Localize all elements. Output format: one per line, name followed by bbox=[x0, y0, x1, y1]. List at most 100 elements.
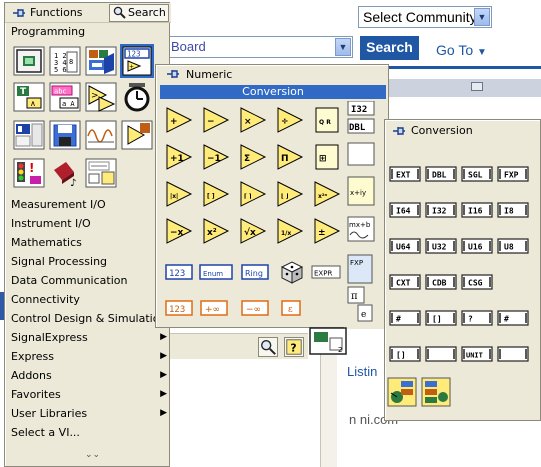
file-io-icon[interactable] bbox=[48, 118, 82, 152]
waveform-thumbnail-icon[interactable]: 2 bbox=[308, 326, 348, 356]
page-scrollbar[interactable] bbox=[320, 345, 337, 467]
machine-epsilon-icon[interactable]: ε bbox=[276, 293, 306, 323]
app-control-icon[interactable] bbox=[120, 118, 154, 152]
square-icon[interactable]: x² bbox=[201, 216, 231, 246]
convert-to-u64-icon[interactable]: U64 bbox=[389, 238, 421, 254]
absolute-value-icon[interactable]: |x| bbox=[164, 179, 194, 209]
multiply-array-elements-icon[interactable]: Π bbox=[275, 142, 305, 172]
add-icon[interactable]: + bbox=[164, 105, 194, 135]
convert-to-sgl-icon[interactable]: SGL bbox=[461, 166, 493, 182]
convert-to-ext-icon[interactable]: EXT bbox=[389, 166, 421, 182]
waveform-icon[interactable] bbox=[84, 118, 118, 152]
select-community-dropdown[interactable]: Select Community ▼ bbox=[358, 6, 492, 28]
menu-item-select-vi[interactable]: Select a VI... bbox=[5, 423, 171, 442]
goto-link[interactable]: Go To ▼ bbox=[436, 42, 487, 58]
sign-icon[interactable]: ± bbox=[312, 216, 342, 246]
convert-to-misc-icon[interactable]: ? bbox=[461, 310, 493, 326]
compound-arithmetic-icon[interactable]: ⊞ bbox=[312, 142, 342, 172]
convert-to-i16-icon[interactable]: I16 bbox=[461, 202, 493, 218]
menu-item-user-libraries[interactable]: User Libraries ▶ bbox=[5, 404, 171, 423]
divide-icon[interactable]: ÷ bbox=[275, 105, 305, 135]
ring-constant-icon[interactable]: Ring bbox=[240, 257, 270, 287]
array-icon[interactable]: 1 23 45 68 bbox=[48, 44, 82, 78]
submenu-arrow-icon: ▶ bbox=[160, 389, 167, 399]
numeric-constant-orange-icon[interactable]: 123 bbox=[164, 293, 194, 323]
bool-array-to-number-icon[interactable] bbox=[387, 377, 417, 407]
comparison-icon[interactable]: > bbox=[84, 80, 118, 114]
synchronization-icon[interactable]: ! bbox=[12, 156, 46, 190]
add-array-elements-icon[interactable]: Σ bbox=[238, 142, 268, 172]
enum-constant-icon[interactable]: Enum bbox=[199, 257, 233, 287]
boolean-icon[interactable]: T ∧ bbox=[12, 80, 46, 114]
negative-infinity-icon[interactable]: −∞ bbox=[240, 293, 270, 323]
numeric-constant-icon[interactable]: 123 bbox=[164, 257, 194, 287]
thumbtack-icon[interactable] bbox=[392, 125, 406, 137]
menu-item-addons[interactable]: Addons ▶ bbox=[5, 366, 171, 385]
timing-icon[interactable] bbox=[120, 80, 154, 114]
dialog-icon[interactable] bbox=[12, 118, 46, 152]
subtract-icon[interactable]: − bbox=[201, 105, 231, 135]
number-to-bool-array-icon[interactable] bbox=[421, 377, 451, 407]
mail-icon[interactable] bbox=[471, 82, 483, 91]
thumbtack-icon[interactable] bbox=[166, 68, 180, 80]
convert-to-fxp-icon[interactable]: FXP bbox=[497, 166, 529, 182]
positive-infinity-icon[interactable]: +∞ bbox=[199, 293, 229, 323]
convert-to-i8-icon[interactable]: I8 bbox=[497, 202, 529, 218]
square-root-icon[interactable]: √x bbox=[238, 216, 268, 246]
convert-to-misc-icon[interactable] bbox=[425, 346, 457, 362]
help-icon[interactable]: ? bbox=[284, 337, 304, 357]
listing-link[interactable]: Listin bbox=[347, 364, 377, 379]
menu-item-data-communication[interactable]: Data Communication bbox=[5, 271, 171, 290]
round-to-nearest-icon[interactable]: [ ] bbox=[201, 179, 231, 209]
round-down-icon[interactable]: ⌊ ⌋ bbox=[275, 179, 305, 209]
decrement-icon[interactable]: −1 bbox=[201, 142, 231, 172]
convert-to-misc-icon[interactable]: # bbox=[497, 310, 529, 326]
structures-icon[interactable] bbox=[12, 44, 46, 78]
square-root-label: √x bbox=[244, 227, 256, 238]
multiply-icon[interactable]: × bbox=[238, 105, 268, 135]
convert-to-csg-icon[interactable]: CSG bbox=[461, 274, 493, 290]
menu-item-mathematics[interactable]: Mathematics bbox=[5, 233, 171, 252]
menu-item-connectivity[interactable]: Connectivity bbox=[5, 290, 171, 309]
menu-item-instrument-io[interactable]: Instrument I/O bbox=[5, 214, 171, 233]
negate-icon[interactable]: −x bbox=[164, 216, 194, 246]
convert-to-cdb-icon[interactable]: CDB bbox=[425, 274, 457, 290]
palette-search-button[interactable]: Search bbox=[109, 4, 169, 22]
conversion-subpalette-header[interactable]: Conversion bbox=[160, 85, 386, 99]
convert-to-u16-icon[interactable]: U16 bbox=[461, 238, 493, 254]
search-button[interactable]: Search bbox=[360, 36, 419, 60]
convert-to-unit-icon[interactable]: UNIT bbox=[461, 346, 493, 362]
convert-to-i32-icon[interactable]: I32 bbox=[425, 202, 457, 218]
menu-item-express[interactable]: Express ▶ bbox=[5, 347, 171, 366]
expression-node-icon[interactable]: EXPR bbox=[311, 257, 341, 287]
string-icon[interactable]: abc a A bbox=[48, 80, 82, 114]
increment-icon[interactable]: +1 bbox=[164, 142, 194, 172]
random-number-icon[interactable] bbox=[276, 257, 306, 287]
convert-to-misc-icon[interactable]: [] bbox=[389, 346, 421, 362]
convert-to-dbl-icon[interactable]: DBL bbox=[425, 166, 457, 182]
convert-to-u32-icon[interactable]: U32 bbox=[425, 238, 457, 254]
convert-to-u8-icon[interactable]: U8 bbox=[497, 238, 529, 254]
scale-by-power-of-2-icon[interactable]: x²ⁿ bbox=[312, 179, 342, 209]
round-up-icon[interactable]: ⌈ ⌉ bbox=[238, 179, 268, 209]
reciprocal-icon[interactable]: 1/x bbox=[275, 216, 305, 246]
menu-item-signal-processing[interactable]: Signal Processing bbox=[5, 252, 171, 271]
more-items-chevron-icon[interactable]: ⌄⌄ bbox=[85, 450, 100, 460]
thumbtack-icon[interactable] bbox=[12, 7, 26, 19]
convert-to-i64-icon[interactable]: I64 bbox=[389, 202, 421, 218]
convert-to-misc-icon[interactable]: # bbox=[389, 310, 421, 326]
convert-to-cxt-icon[interactable]: CXT bbox=[389, 274, 421, 290]
quotient-remainder-icon[interactable]: Q R bbox=[312, 105, 342, 135]
search-palette-icon[interactable] bbox=[258, 337, 278, 357]
cluster-icon[interactable] bbox=[84, 44, 118, 78]
numeric-icon[interactable]: 123 + bbox=[120, 44, 154, 78]
menu-item-measurement-io[interactable]: Measurement I/O bbox=[5, 195, 171, 214]
menu-item-favorites[interactable]: Favorites ▶ bbox=[5, 385, 171, 404]
menu-item-control-design[interactable]: Control Design & Simulation bbox=[5, 309, 171, 328]
board-select[interactable]: Board ▼ bbox=[168, 36, 353, 58]
menu-item-signalexpress[interactable]: SignalExpress ▶ bbox=[5, 328, 171, 347]
graphics-sound-icon[interactable]: ♪ bbox=[48, 156, 82, 190]
convert-to-misc-icon[interactable]: [] bbox=[425, 310, 457, 326]
report-icon[interactable] bbox=[84, 156, 118, 190]
convert-to-misc-icon[interactable] bbox=[497, 346, 529, 362]
